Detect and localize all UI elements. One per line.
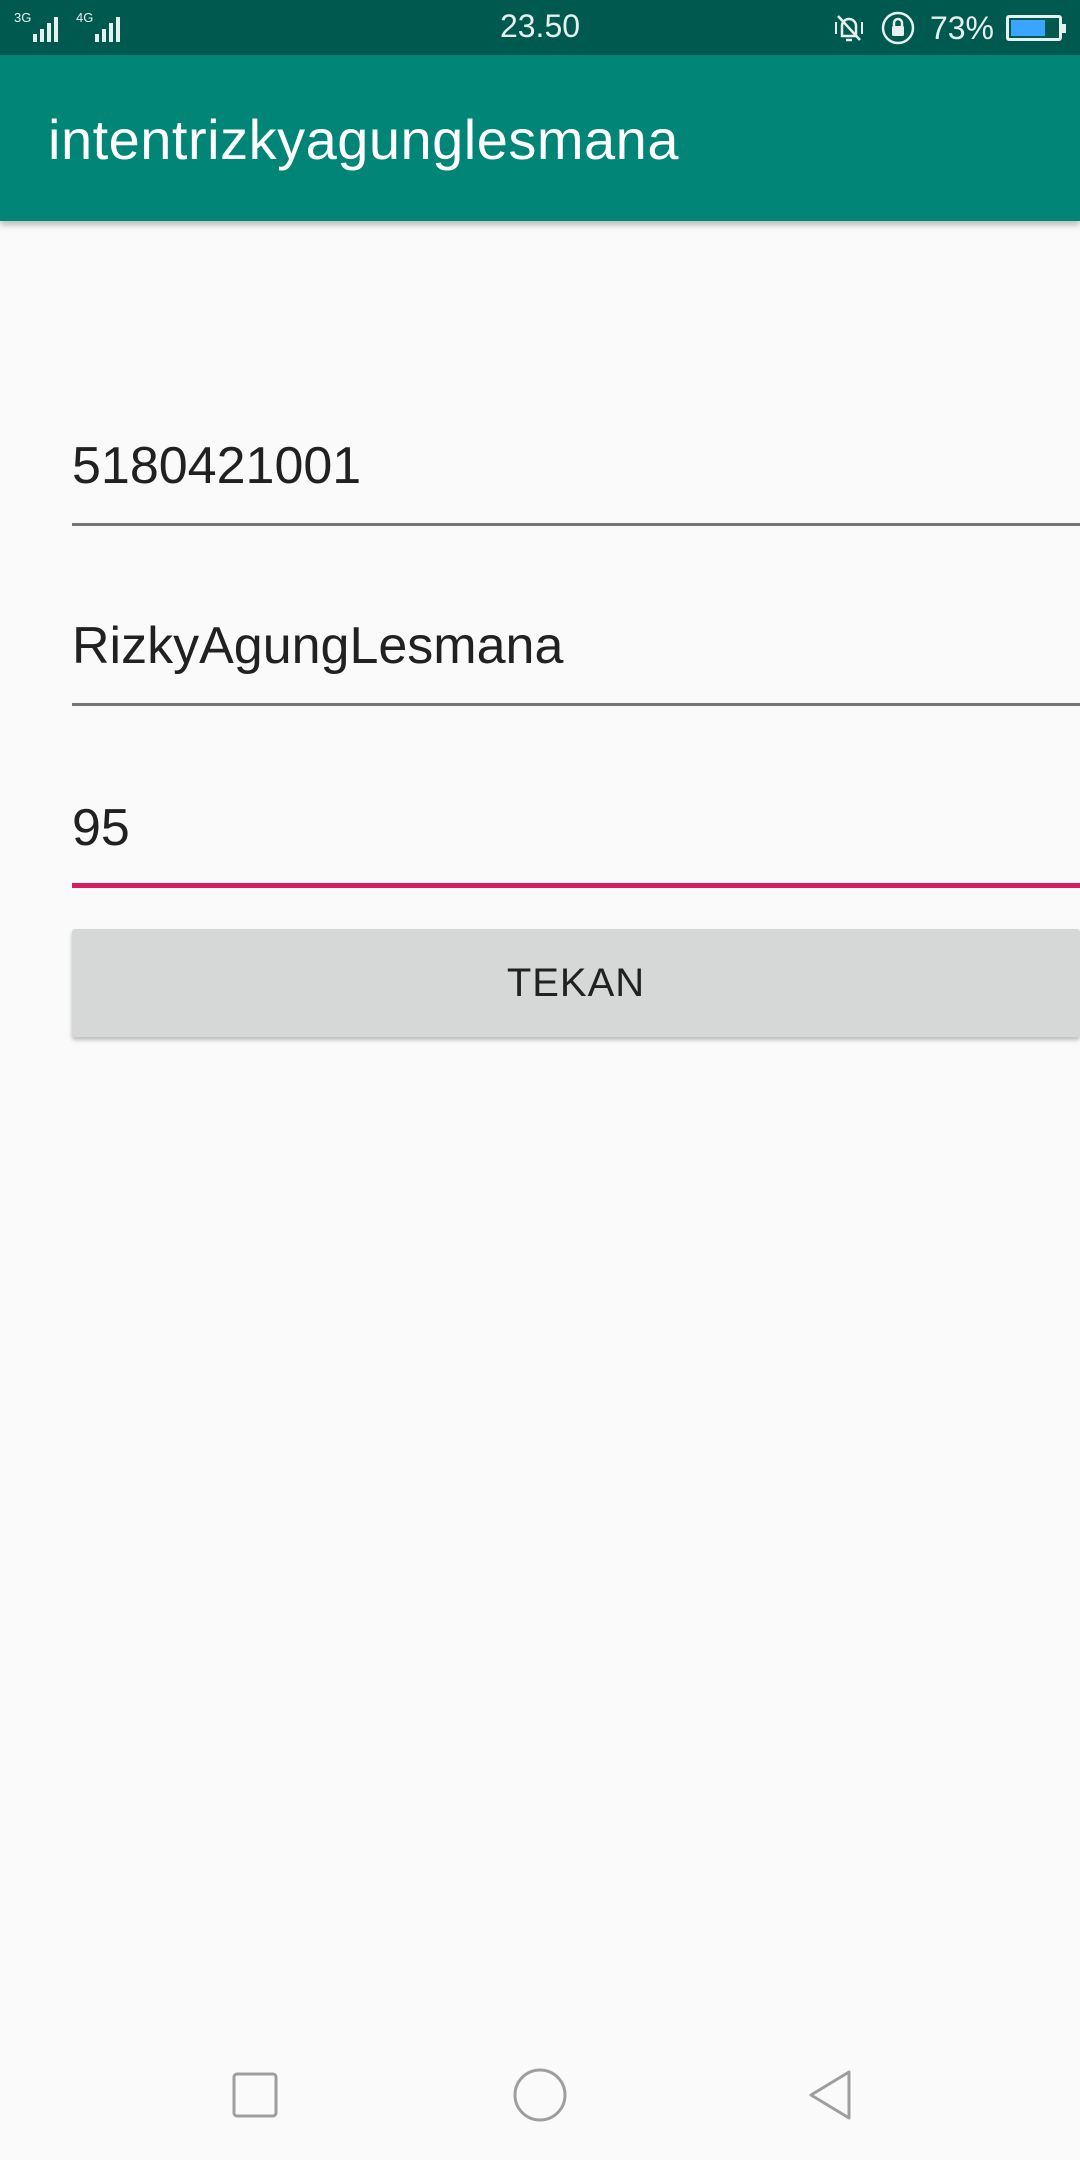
nim-input-underline — [72, 523, 1080, 526]
score-input-value: 95 — [72, 799, 130, 857]
nim-input[interactable]: 5180421001 — [72, 386, 1080, 526]
battery-icon — [1006, 15, 1066, 41]
vibrate-icon — [832, 12, 866, 44]
home-icon[interactable] — [500, 2060, 580, 2130]
rotation-lock-icon — [880, 10, 916, 46]
status-bar: 3G 4G 23.50 73% — [0, 0, 1080, 55]
battery-percent: 73% — [929, 9, 994, 46]
app-title: intentrizkyagunglesmana — [48, 108, 679, 171]
name-input-underline — [72, 703, 1080, 706]
navigation-bar — [0, 2020, 1080, 2160]
recent-apps-icon[interactable] — [215, 2060, 295, 2130]
back-icon[interactable] — [790, 2060, 870, 2130]
app-bar: intentrizkyagunglesmana — [0, 55, 1080, 221]
tekan-button[interactable]: TEKAN — [72, 929, 1080, 1037]
nim-input-value: 5180421001 — [72, 437, 362, 495]
name-input-value: RizkyAgungLesmana — [72, 617, 564, 675]
tekan-button-label: TEKAN — [506, 960, 646, 1005]
name-input[interactable]: RizkyAgungLesmana — [72, 566, 1080, 706]
score-input-underline — [72, 883, 1080, 888]
score-input[interactable]: 95 — [72, 748, 1080, 888]
